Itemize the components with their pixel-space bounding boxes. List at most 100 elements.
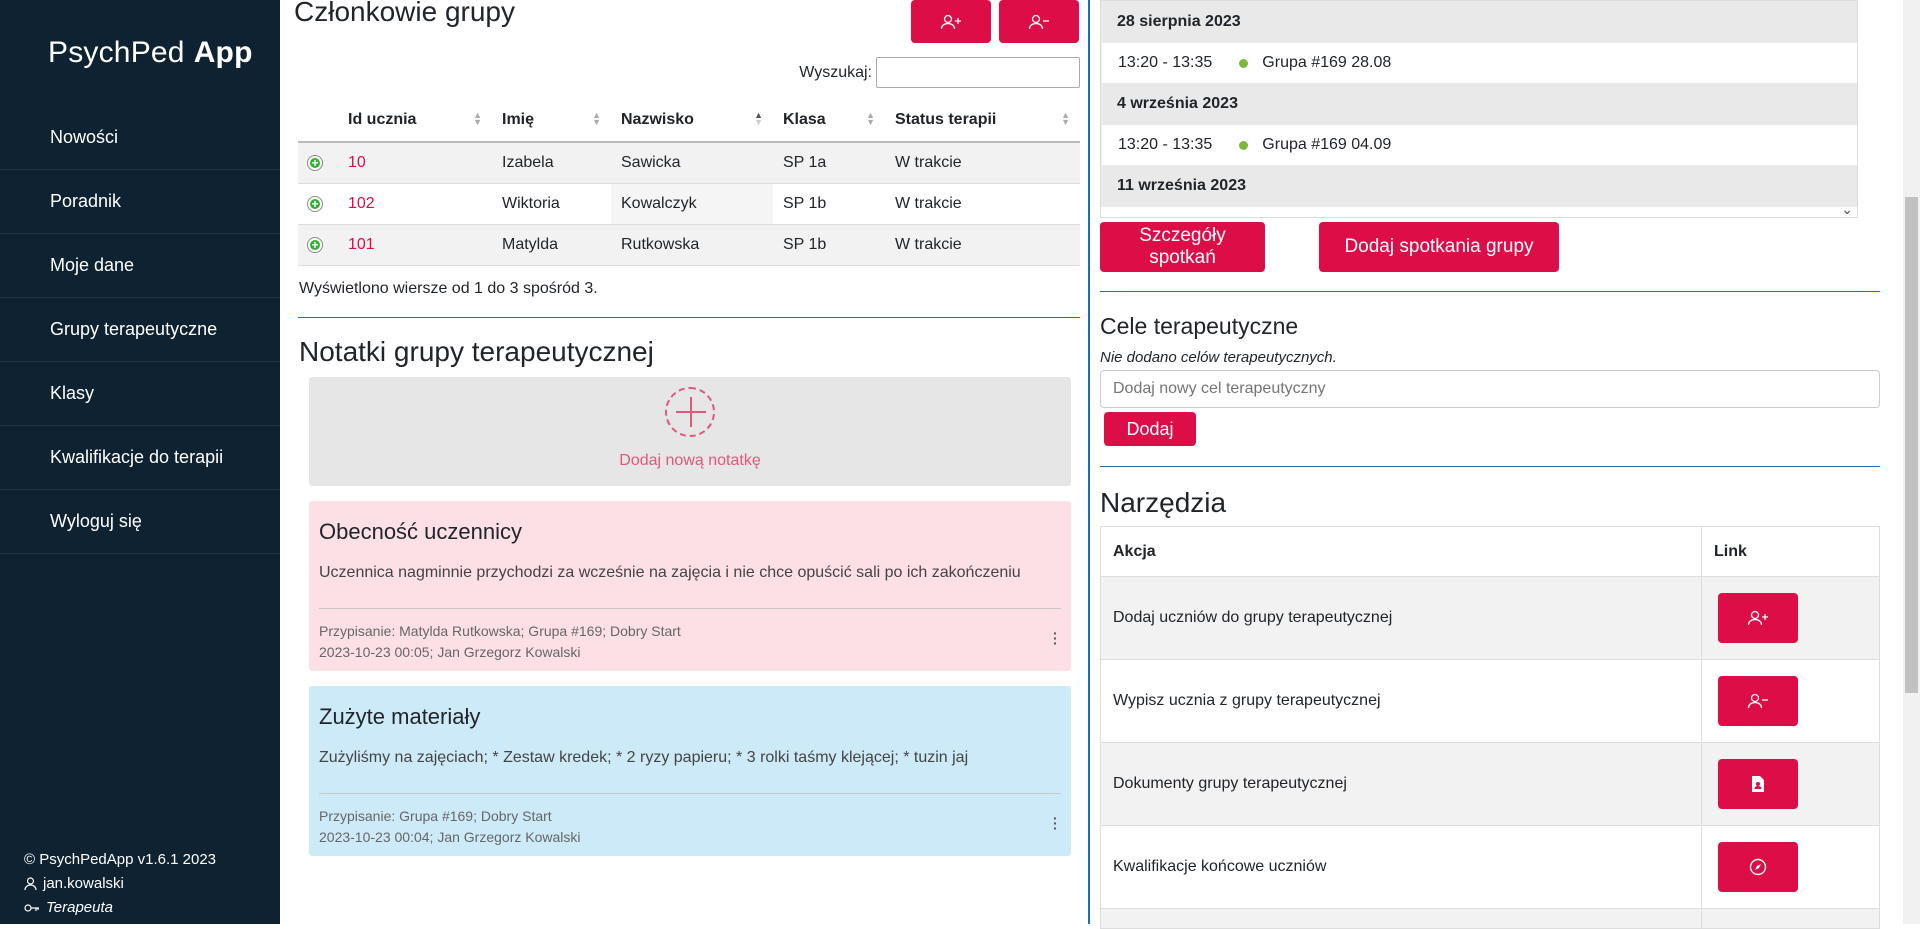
add-students-button[interactable] bbox=[1718, 593, 1798, 643]
sidebar: PsychPed App Nowości Poradnik Moje dane G… bbox=[0, 0, 280, 924]
column-label: Imię bbox=[502, 110, 535, 128]
add-member-button[interactable] bbox=[911, 0, 991, 43]
search-label: Wyszukaj: bbox=[799, 63, 872, 81]
student-id-link[interactable]: 102 bbox=[338, 183, 492, 225]
column-header-first-name[interactable]: Imię ▲ ▼ bbox=[492, 98, 611, 143]
nav-item-guide[interactable]: Poradnik bbox=[0, 170, 280, 234]
add-meetings-button[interactable]: Dodaj spotkania grupy bbox=[1319, 222, 1559, 272]
column-header-link: Link bbox=[1701, 526, 1880, 577]
meeting-group: Grupa #169 28.08 bbox=[1262, 54, 1392, 71]
table-row: + 102 Wiktoria Kowalczyk SP 1b W trakcie bbox=[298, 183, 1080, 225]
notes-title: Notatki grupy terapeutycznej bbox=[299, 336, 654, 367]
plus-circle-icon: + bbox=[308, 237, 322, 252]
new-goal-input[interactable] bbox=[1100, 370, 1880, 408]
search-input[interactable] bbox=[876, 57, 1080, 88]
more-vert-icon[interactable]: · · · bbox=[1053, 811, 1058, 835]
members-table: Id ucznia ▲ ▼ Imię ▲ ▼ Nazwisko ▲ ▼ Klasa ▲ ▼ St… bbox=[298, 98, 1080, 266]
meetings-list[interactable]: 28 sierpnia 2023 13:20 - 13:35 Grupa #16… bbox=[1100, 0, 1858, 218]
first-name-cell: Izabela bbox=[492, 142, 611, 184]
tools-table: Akcja Link Dodaj uczniów do grupy terape… bbox=[1100, 526, 1880, 929]
status-dot-icon bbox=[1239, 140, 1249, 150]
first-name-cell: Matylda bbox=[492, 224, 611, 266]
nav-item-logout[interactable]: Wyloguj się bbox=[0, 490, 280, 554]
meeting-date: 11 września 2023 bbox=[1101, 165, 1857, 207]
sort-icon: ▲ ▼ bbox=[1061, 110, 1070, 127]
version-text: © PsychPedApp v1.6.1 2023 bbox=[24, 851, 217, 868]
user-row: jan.kowalski bbox=[24, 872, 216, 896]
note-assignment: Przypisanie: Matylda Rutkowska; Grupa #1… bbox=[319, 623, 681, 639]
chevron-down-icon[interactable]: ⌄ bbox=[1841, 201, 1853, 217]
note-assignment: Przypisanie: Grupa #169; Dobry Start bbox=[319, 808, 552, 824]
nav-item-label: Klasy bbox=[50, 383, 95, 403]
right-column: 28 sierpnia 2023 13:20 - 13:35 Grupa #16… bbox=[1100, 0, 1880, 929]
note-divider bbox=[319, 793, 1061, 794]
tool-action: Wypisz ucznia z grupy terapeutycznej bbox=[1100, 659, 1702, 743]
user-icon bbox=[24, 877, 37, 891]
expand-row-button[interactable]: + bbox=[298, 183, 338, 225]
table-row bbox=[1100, 908, 1880, 929]
nav-item-label: Wyloguj się bbox=[50, 511, 142, 531]
note-timestamp: 2023-10-23 00:05; Jan Grzegorz Kowalski bbox=[319, 644, 581, 660]
user-minus-icon bbox=[1028, 14, 1049, 29]
nav-item-label: Grupy terapeutyczne bbox=[50, 319, 218, 339]
column-header-action: Akcja bbox=[1100, 526, 1702, 577]
nav-item-qualifications[interactable]: Kwalifikacje do terapii bbox=[0, 426, 280, 490]
column-header-id[interactable]: Id ucznia ▲ ▼ bbox=[338, 98, 492, 143]
nav-item-classes[interactable]: Klasy bbox=[0, 362, 280, 426]
goals-title: Cele terapeutyczne bbox=[1100, 313, 1299, 339]
remove-student-button[interactable] bbox=[1718, 676, 1798, 726]
student-id-link[interactable]: 10 bbox=[338, 142, 492, 184]
scrollbar-thumb[interactable] bbox=[1905, 197, 1918, 693]
student-id-link[interactable]: 101 bbox=[338, 224, 492, 266]
meeting-details-button[interactable]: Szczegóły spotkań bbox=[1100, 222, 1265, 272]
plus-circle-icon: + bbox=[308, 155, 322, 170]
status-cell: W trakcie bbox=[885, 183, 1080, 225]
meeting-item[interactable]: 13:20 - 13:35 Grupa #169 04.09 bbox=[1101, 125, 1837, 165]
remove-member-button[interactable] bbox=[999, 0, 1079, 43]
tool-link-cell bbox=[1701, 742, 1880, 826]
nav-item-therapy-groups[interactable]: Grupy terapeutyczne bbox=[0, 298, 280, 362]
tool-link-cell bbox=[1701, 659, 1880, 743]
final-qualifications-button[interactable] bbox=[1718, 842, 1798, 892]
status-cell: W trakcie bbox=[885, 142, 1080, 184]
add-note-button[interactable]: Dodaj nową notatkę bbox=[309, 377, 1071, 486]
documents-button[interactable] bbox=[1718, 759, 1798, 809]
sort-icon: ▲ ▼ bbox=[866, 110, 875, 127]
class-cell: SP 1a bbox=[773, 142, 885, 184]
column-divider bbox=[1088, 0, 1090, 924]
section-divider bbox=[298, 317, 1080, 318]
more-vert-icon[interactable]: · · · bbox=[1053, 626, 1058, 650]
table-row: + 10 Izabela Sawicka SP 1a W trakcie bbox=[298, 142, 1080, 184]
note-title: Zużyte materiały bbox=[319, 704, 481, 729]
column-header-class[interactable]: Klasa ▲ ▼ bbox=[773, 98, 885, 143]
add-goal-button[interactable]: Dodaj bbox=[1104, 412, 1196, 446]
document-icon bbox=[1752, 776, 1764, 792]
meeting-item[interactable]: 13:20 - 13:35 Grupa #169 28.08 bbox=[1101, 43, 1837, 83]
student-id: 102 bbox=[348, 194, 375, 212]
class-cell: SP 1b bbox=[773, 224, 885, 266]
column-header-last-name[interactable]: Nazwisko ▲ ▼ bbox=[611, 98, 773, 143]
column-header-status[interactable]: Status terapii ▲ ▼ bbox=[885, 98, 1080, 143]
expand-row-button[interactable]: + bbox=[298, 142, 338, 184]
sort-asc-icon: ▲ ▼ bbox=[754, 110, 763, 127]
user-minus-icon bbox=[1747, 693, 1768, 709]
note-card: Zużyte materiały Zużyliśmy na zajęciach;… bbox=[309, 686, 1071, 856]
status-cell: W trakcie bbox=[885, 224, 1080, 266]
status-dot-icon bbox=[1239, 58, 1249, 68]
role-row: Terapeuta bbox=[24, 896, 216, 920]
student-id: 10 bbox=[348, 153, 366, 171]
last-name-cell: Kowalczyk bbox=[611, 183, 773, 225]
app-logo[interactable]: PsychPed App bbox=[0, 0, 280, 106]
student-id: 101 bbox=[348, 235, 375, 253]
nav-item-my-data[interactable]: Moje dane bbox=[0, 234, 280, 298]
brand-light: PsychPed bbox=[48, 36, 185, 69]
section-divider bbox=[1100, 466, 1880, 467]
tool-action: Dokumenty grupy terapeutycznej bbox=[1100, 742, 1702, 826]
expand-row-button[interactable]: + bbox=[298, 224, 338, 266]
page-scrollbar[interactable] bbox=[1903, 0, 1920, 924]
nav-item-news[interactable]: Nowości bbox=[0, 106, 280, 170]
note-timestamp: 2023-10-23 00:04; Jan Grzegorz Kowalski bbox=[319, 829, 581, 845]
nav-item-label: Kwalifikacje do terapii bbox=[50, 447, 224, 467]
meeting-time: 13:20 - 13:35 bbox=[1118, 136, 1213, 153]
meeting-date: 28 sierpnia 2023 bbox=[1101, 1, 1857, 43]
